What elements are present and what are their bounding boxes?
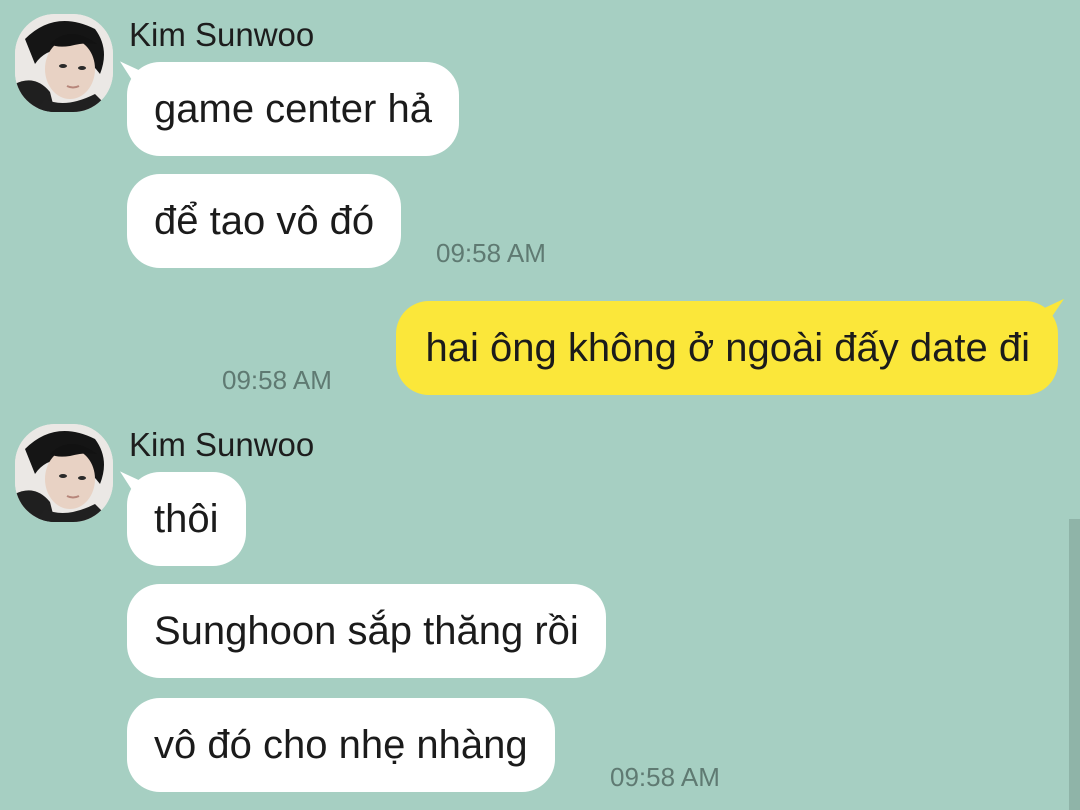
sender-name: Kim Sunwoo [129, 16, 315, 53]
outgoing-message-bubble[interactable]: hai ông không ở ngoài đấy date đi [395, 301, 1058, 395]
message-bubble[interactable]: game center hả [127, 62, 459, 156]
message-bubble[interactable]: vô đó cho nhẹ nhàng [127, 698, 555, 792]
timestamp: 09:58 AM [610, 762, 720, 792]
scrollbar[interactable] [1069, 519, 1080, 810]
avatar[interactable] [15, 424, 113, 522]
message-bubble[interactable]: thôi [127, 472, 246, 566]
timestamp: 09:58 AM [222, 365, 332, 395]
message-bubble[interactable]: để tao vô đó [127, 174, 402, 268]
sender-name: Kim Sunwoo [129, 426, 315, 463]
message-bubble[interactable]: Sunghoon sắp thăng rồi [127, 584, 606, 678]
avatar[interactable] [15, 14, 113, 112]
timestamp: 09:58 AM [436, 238, 546, 268]
